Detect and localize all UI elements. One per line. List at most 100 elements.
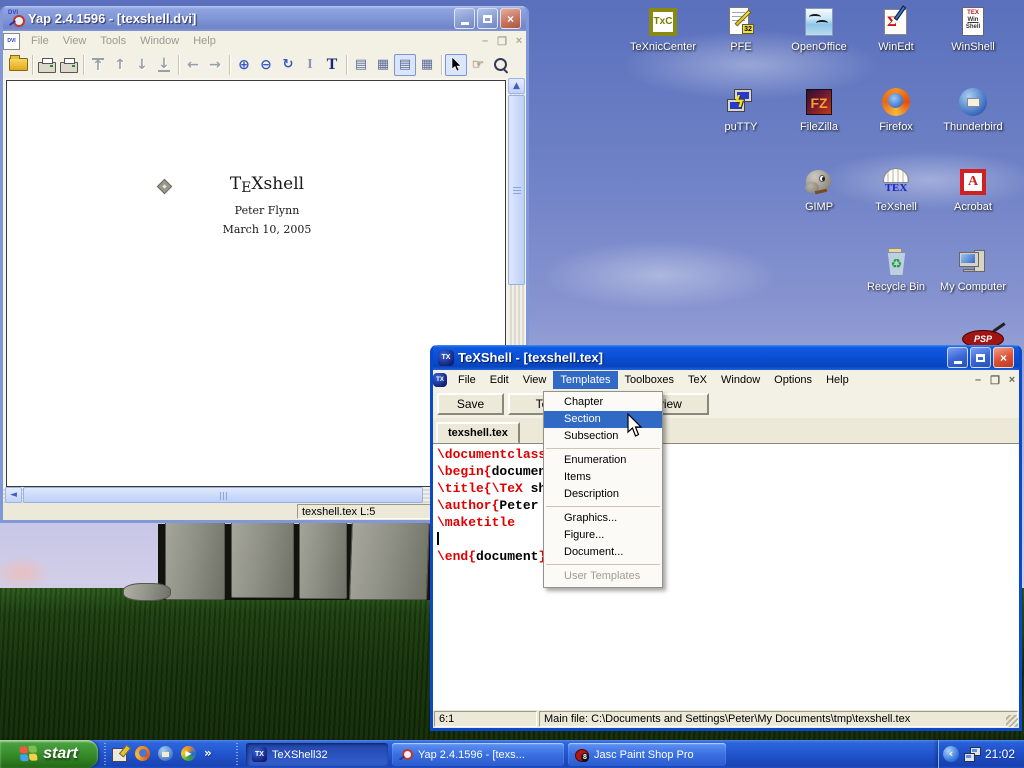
desktop-icon-acrobat[interactable]: A Acrobat — [935, 166, 1011, 213]
view-continuous-double-icon[interactable]: ▦ — [416, 54, 438, 76]
mouse-cursor — [627, 413, 645, 439]
desktop-icon-my-computer[interactable]: My Computer — [935, 246, 1011, 293]
menu-view[interactable]: View — [516, 371, 554, 389]
view-single-icon[interactable]: ▤ — [350, 54, 372, 76]
back-icon[interactable]: ← — [182, 54, 204, 76]
network-status-icon[interactable] — [963, 746, 981, 762]
scroll-left-arrow[interactable]: ◄ — [5, 487, 22, 503]
desktop-icon-openoffice[interactable]: OpenOffice — [781, 6, 857, 53]
print-icon[interactable] — [36, 54, 58, 76]
desktop-icon-winedt[interactable]: Σ WinEdt — [858, 6, 934, 53]
firefox-quicklaunch-icon[interactable] — [135, 746, 151, 762]
desktop-icon-recycle-bin[interactable]: ♻ Recycle Bin — [858, 246, 934, 293]
tab-texshell-tex[interactable]: texshell.tex — [436, 422, 520, 444]
open-icon[interactable] — [7, 54, 29, 76]
menu-item-user-templates[interactable]: User Templates — [544, 568, 662, 585]
yap-menu-view[interactable]: View — [56, 32, 94, 50]
menu-item-figure[interactable]: Figure... — [544, 527, 662, 544]
resize-grip[interactable] — [1006, 715, 1018, 727]
desktop-icon-gimp[interactable]: GIMP — [781, 166, 857, 213]
hand-tool-icon[interactable]: ☞ — [467, 54, 489, 76]
view-double-icon[interactable]: ▦ — [372, 54, 394, 76]
view-continuous-icon[interactable]: ▤ — [394, 54, 416, 76]
menu-edit[interactable]: Edit — [483, 371, 516, 389]
texshell-close-button[interactable]: × — [993, 347, 1014, 368]
horizontal-scroll-thumb[interactable] — [23, 487, 423, 503]
yap-mdi-restore-icon[interactable]: ❐ — [495, 35, 509, 48]
quicklaunch-overflow-chevron[interactable]: » — [204, 746, 212, 760]
desktop-icon-texshell[interactable]: TEX TeXshell — [858, 166, 934, 213]
menu-file[interactable]: File — [451, 371, 483, 389]
desktop-icon-putty[interactable]: ϟ puTTY — [703, 86, 779, 133]
forward-icon[interactable]: → — [204, 54, 226, 76]
menu-item-description[interactable]: Description — [544, 486, 662, 503]
editor-text[interactable]: \documentclass{article}\begin{document}\… — [433, 443, 1019, 710]
yap-minimize-button[interactable] — [454, 8, 475, 29]
menu-item-enumeration[interactable]: Enumeration — [544, 452, 662, 469]
media-player-quicklaunch-icon[interactable]: ▶ — [181, 746, 197, 762]
taskbar-task-paint-shop-pro[interactable]: 8 Jasc Paint Shop Pro — [568, 743, 726, 766]
menu-tex[interactable]: TeX — [681, 371, 714, 389]
taskbar-task-yap[interactable]: Yap 2.4.1596 - [texs... — [392, 743, 564, 766]
yap-titlebar[interactable]: DVI Yap 2.4.1596 - [texshell.dvi] × — [3, 6, 526, 31]
taskbar-task-texshell32[interactable]: TX TeXShell32 — [246, 743, 388, 766]
zoom-out-icon[interactable]: ⊖ — [255, 54, 277, 76]
zoom-in-icon[interactable]: ⊕ — [233, 54, 255, 76]
desktop-icon-label: My Computer — [935, 281, 1011, 293]
texshell-tabbar: texshell.tex — [433, 418, 1019, 443]
menu-toolboxes[interactable]: Toolboxes — [618, 371, 682, 389]
texshell-mdi-restore-icon[interactable]: ❐ — [988, 374, 1002, 387]
yap-menu-tools[interactable]: Tools — [93, 32, 133, 50]
yap-mdi-minimize-icon[interactable]: – — [478, 35, 492, 47]
menu-item-graphics[interactable]: Graphics... — [544, 510, 662, 527]
desktop-icon-thunderbird[interactable]: Thunderbird — [935, 86, 1011, 133]
select-tool-icon[interactable] — [445, 54, 467, 76]
toolbar-separator — [83, 55, 84, 75]
texshell-mdi-close-icon[interactable]: × — [1005, 374, 1019, 386]
first-page-icon[interactable]: ↑ — [87, 54, 109, 76]
yap-menu-file[interactable]: File — [24, 32, 56, 50]
toolbar-separator — [346, 55, 347, 75]
yap-close-button[interactable]: × — [500, 8, 521, 29]
vertical-scroll-thumb[interactable] — [508, 95, 525, 285]
menu-item-chapter[interactable]: Chapter — [544, 394, 662, 411]
print-page-icon[interactable] — [58, 54, 80, 76]
texshell-titlebar[interactable]: TX TeXShell - [texshell.tex] × — [433, 345, 1019, 370]
yap-mdi-close-icon[interactable]: × — [512, 35, 526, 47]
yap-menu-window[interactable]: Window — [133, 32, 186, 50]
texshell-window[interactable]: TX TeXShell - [texshell.tex] × TX File E… — [430, 345, 1022, 731]
desktop-icon-label: PFE — [703, 41, 779, 53]
next-page-icon[interactable]: ↓ — [131, 54, 153, 76]
menu-item-items[interactable]: Items — [544, 469, 662, 486]
thunderbird-quicklaunch-icon[interactable] — [158, 746, 174, 762]
texshell-minimize-button[interactable] — [947, 347, 968, 368]
yap-menu-help[interactable]: Help — [186, 32, 223, 50]
text-cursor-icon[interactable]: I — [299, 54, 321, 76]
menu-help[interactable]: Help — [819, 371, 856, 389]
desktop-icon-filezilla[interactable]: FZ FileZilla — [781, 86, 857, 133]
menu-item-document[interactable]: Document... — [544, 544, 662, 561]
menu-templates[interactable]: Templates — [553, 371, 617, 389]
texshell-mdi-minimize-icon[interactable]: – — [971, 374, 985, 386]
text-tool-icon[interactable]: T — [321, 54, 343, 76]
desktop-icon-firefox[interactable]: Firefox — [858, 86, 934, 133]
prev-page-icon[interactable]: ↑ — [109, 54, 131, 76]
yap-task-icon — [398, 747, 413, 762]
yap-maximize-button[interactable] — [477, 8, 498, 29]
desktop-icon-texniccenter[interactable]: TxC TeXnicCenter — [625, 6, 701, 53]
show-desktop-icon[interactable] — [112, 746, 128, 762]
menu-window[interactable]: Window — [714, 371, 767, 389]
save-button[interactable]: Save — [437, 393, 504, 415]
texshell-maximize-button[interactable] — [970, 347, 991, 368]
scroll-up-arrow[interactable]: ▲ — [508, 78, 525, 94]
tray-collapse-chevron-icon[interactable]: ‹ — [943, 746, 959, 762]
menu-options[interactable]: Options — [767, 371, 819, 389]
pointer-arrow-icon — [451, 57, 462, 72]
desktop-icon-winshell[interactable]: TEXWinShell WinShell — [935, 6, 1011, 53]
magnifier-tool-icon[interactable] — [489, 54, 511, 76]
refresh-icon[interactable]: ↻ — [277, 54, 299, 76]
filezilla-icon: FZ — [803, 86, 835, 118]
last-page-icon[interactable]: ↓ — [153, 54, 175, 76]
start-button[interactable]: start — [0, 740, 98, 768]
desktop-icon-pfe[interactable]: 32 PFE — [703, 6, 779, 53]
